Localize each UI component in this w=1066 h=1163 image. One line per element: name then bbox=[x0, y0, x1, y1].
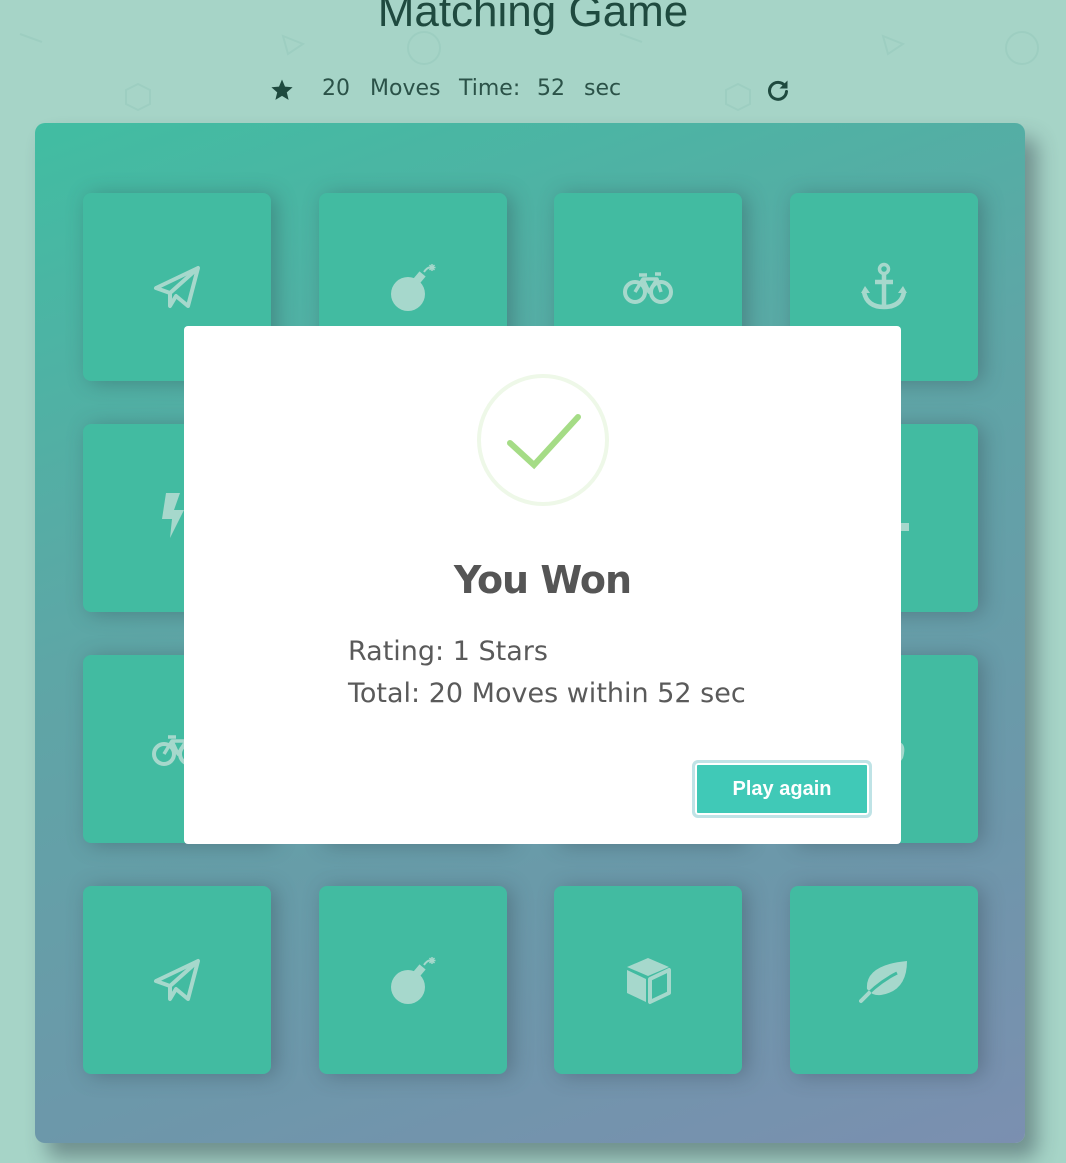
moves-count: 20 bbox=[322, 76, 350, 101]
win-dialog: You Won Rating: 1 Stars Total: 20 Moves … bbox=[184, 326, 901, 844]
score-panel: 20 Moves Time: 52 sec bbox=[270, 74, 800, 108]
total-text: Total: 20 Moves within 52 sec bbox=[348, 678, 746, 709]
bomb-icon bbox=[391, 957, 436, 1004]
time-value: 52 bbox=[537, 76, 565, 101]
bicycle-icon bbox=[623, 272, 673, 304]
time-label: Time: bbox=[459, 76, 521, 101]
cube-icon bbox=[627, 958, 671, 1004]
card-leaf[interactable] bbox=[790, 886, 978, 1074]
bomb-icon bbox=[391, 264, 436, 311]
card-paper-plane[interactable] bbox=[83, 886, 271, 1074]
check-icon bbox=[477, 374, 609, 506]
win-title: You Won bbox=[453, 558, 632, 602]
star-icon bbox=[271, 79, 293, 100]
moves-label: Moves bbox=[370, 76, 441, 101]
card-bomb[interactable] bbox=[319, 886, 507, 1074]
paper-plane-icon bbox=[154, 959, 200, 1001]
rating-text: Rating: 1 Stars bbox=[348, 636, 548, 667]
redo-icon[interactable] bbox=[766, 78, 790, 102]
play-again-button[interactable]: Play again bbox=[692, 760, 872, 818]
leaf-icon bbox=[859, 961, 907, 1003]
card-cube[interactable] bbox=[554, 886, 742, 1074]
paper-plane-icon bbox=[154, 266, 200, 308]
time-unit: sec bbox=[584, 76, 622, 101]
anchor-icon bbox=[861, 262, 907, 310]
page-title: Matching Game bbox=[377, 0, 689, 36]
